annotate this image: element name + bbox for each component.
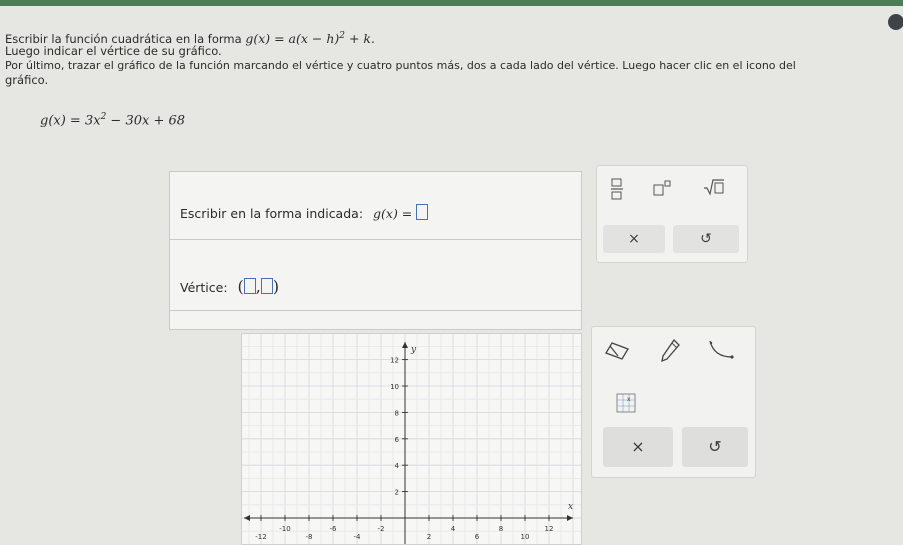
superscript-icon[interactable] — [653, 180, 671, 199]
x-axis-arrow-right — [567, 515, 573, 521]
y-tick-label: 12 — [390, 357, 399, 365]
vertex-h-input[interactable] — [243, 278, 256, 294]
math-palette: × ↺ — [596, 165, 748, 263]
instruction-line-4: gráfico. — [5, 73, 49, 87]
graph-clear-button[interactable]: × — [603, 427, 673, 467]
vertex-form-prefix: g(x) = — [373, 206, 413, 221]
y-tick-label: 6 — [395, 436, 400, 444]
square-root-icon[interactable] — [703, 178, 725, 199]
vertex-row: Vértice: (,) — [170, 240, 581, 311]
help-icon[interactable] — [888, 14, 903, 30]
graph-tools-panel: x × ↺ — [591, 326, 756, 478]
top-bar — [0, 0, 903, 6]
x-tick-label: -12 — [255, 533, 266, 541]
graph-grid-icon[interactable]: x — [616, 393, 636, 417]
pencil-icon[interactable] — [660, 338, 680, 367]
x-tick-label: 10 — [521, 533, 530, 541]
vertex-form-label: Escribir en la forma indicada: — [180, 206, 364, 221]
palette-undo-button[interactable]: ↺ — [673, 225, 739, 253]
x-tick-label: -6 — [330, 525, 338, 533]
instruction-line-2: Luego indicar el vértice de su gráfico. — [5, 44, 222, 58]
vertex-form-row: Escribir en la forma indicada: g(x) = — [170, 172, 581, 240]
x-axis-label: x — [568, 502, 573, 512]
coordinate-plane[interactable]: x y -12 -10 -8 -6 -4 -2 2 4 6 8 10 12 2 4 6 8 10 12 — [242, 334, 581, 544]
y-tick-label: 8 — [395, 409, 399, 417]
vertex-label: Vértice: — [180, 280, 228, 295]
x-tick-label: -4 — [354, 533, 362, 541]
fraction-icon[interactable] — [611, 178, 623, 203]
vertex-form-formula: g(x) = a(x − h)2 + k. — [245, 31, 375, 47]
y-axis-arrow-up — [402, 342, 408, 348]
instruction-line-3: Por último, trazar el gráfico de la func… — [5, 59, 796, 72]
palette-clear-button[interactable]: × — [603, 225, 665, 253]
x-tick-label: 4 — [451, 525, 456, 533]
vertex-form-input[interactable] — [416, 204, 429, 220]
given-equation: g(x) = 3x2 − 30x + 68 — [40, 112, 186, 129]
y-axis-label: y — [410, 345, 417, 355]
graph-area[interactable]: x y -12 -10 -8 -6 -4 -2 2 4 6 8 10 12 2 4 6 8 10 12 — [241, 333, 582, 545]
y-tick-label: 4 — [395, 462, 400, 470]
parabola-icon[interactable] — [708, 339, 736, 365]
vertex-k-input[interactable] — [260, 278, 273, 294]
svg-text:x: x — [627, 396, 631, 403]
x-tick-label: 6 — [475, 533, 480, 541]
y-tick-label: 2 — [395, 489, 399, 497]
x-tick-label: 2 — [427, 533, 431, 541]
vertex-close-paren: ) — [272, 277, 280, 296]
x-axis-arrow-left — [244, 515, 250, 521]
y-tick-label: 10 — [390, 383, 399, 391]
answer-panel: Escribir en la forma indicada: g(x) = Vé… — [169, 171, 582, 330]
x-tick-label: -8 — [306, 533, 313, 541]
x-tick-label: 12 — [545, 525, 554, 533]
eraser-icon[interactable] — [604, 341, 630, 365]
x-tick-label: -10 — [279, 525, 290, 533]
x-tick-label: 8 — [499, 525, 503, 533]
graph-undo-button[interactable]: ↺ — [682, 427, 748, 467]
x-tick-label: -2 — [378, 525, 385, 533]
